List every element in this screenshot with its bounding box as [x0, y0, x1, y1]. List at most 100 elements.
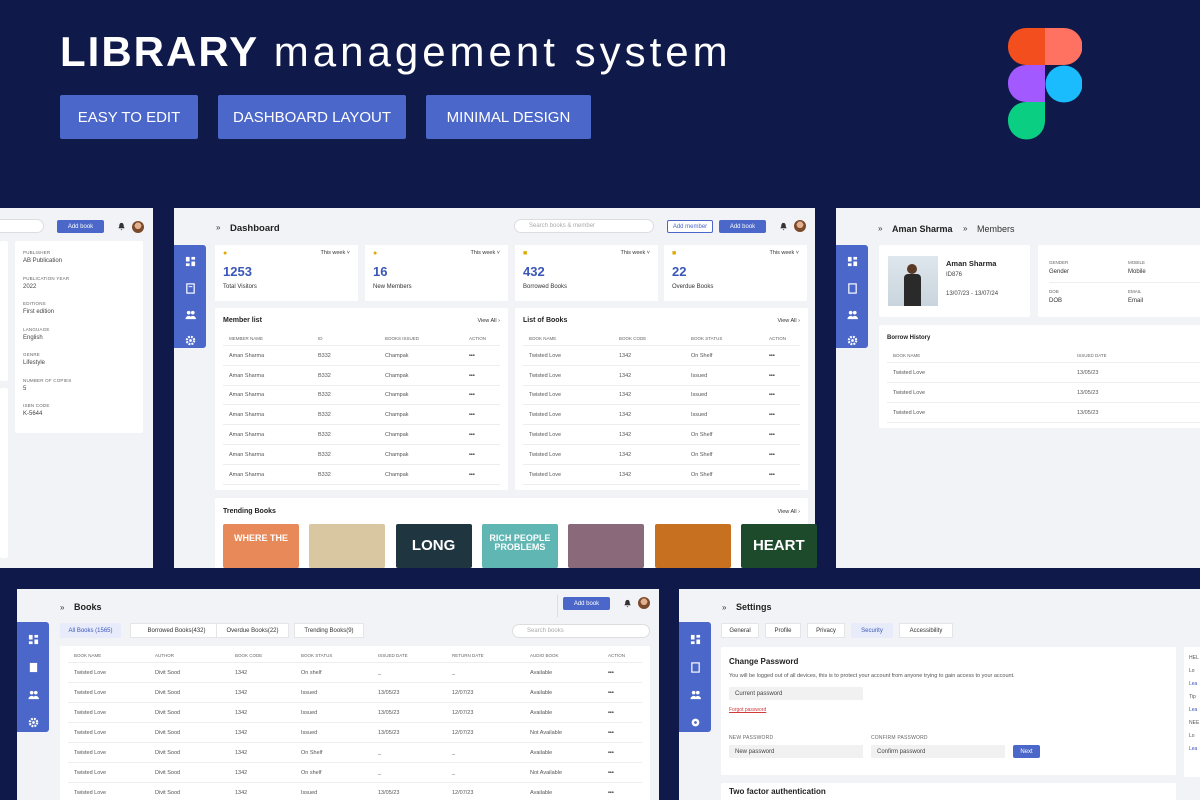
member-row[interactable]: Aman Sharma B332 Champak •••: [223, 445, 500, 465]
book-row[interactable]: Twisted Love 1342 Issued •••: [523, 386, 800, 406]
search-input[interactable]: [0, 219, 44, 233]
tab-all-books[interactable]: All Books (1565): [60, 623, 121, 638]
book-cover[interactable]: [654, 524, 731, 568]
book-row[interactable]: Twisted Love 1342 Issued •••: [523, 366, 800, 386]
tab-general[interactable]: General: [721, 623, 759, 638]
more-options-icon[interactable]: •••: [608, 670, 614, 676]
avatar[interactable]: [794, 220, 806, 232]
more-options-icon[interactable]: •••: [769, 353, 775, 359]
view-all-link[interactable]: View All ›: [477, 318, 500, 324]
member-row[interactable]: Aman Sharma B332 Champak •••: [223, 425, 500, 445]
books-icon[interactable]: [27, 661, 39, 673]
book-cover[interactable]: [568, 524, 645, 568]
settings-gear-icon[interactable]: [27, 716, 39, 728]
tab-security[interactable]: Security: [851, 623, 893, 638]
member-row[interactable]: Aman Sharma B332 Champak •••: [223, 386, 500, 406]
books-icon[interactable]: [184, 282, 196, 294]
borrow-row[interactable]: Twisted Love 13/05/23: [887, 363, 1200, 383]
book-cover[interactable]: RICH PEOPLE PROBLEMS: [481, 524, 558, 568]
dashboard-icon[interactable]: [27, 633, 39, 645]
dashboard-icon[interactable]: [184, 255, 196, 267]
view-all-link[interactable]: View All ›: [777, 509, 800, 515]
book-row[interactable]: Twisted Love 1342 On Shelf •••: [523, 425, 800, 445]
borrow-row[interactable]: Twisted Love 13/05/23: [887, 383, 1200, 403]
more-options-icon[interactable]: •••: [469, 472, 475, 478]
book-row[interactable]: Twisted Love Divit Sood 1342 Issued 13/05/23…: [68, 783, 642, 800]
members-icon[interactable]: [846, 308, 858, 320]
more-options-icon[interactable]: •••: [608, 730, 614, 736]
period-dropdown[interactable]: This week ˅: [320, 250, 350, 256]
period-dropdown[interactable]: This week ˅: [620, 250, 650, 256]
bell-icon[interactable]: [117, 222, 126, 231]
tab-overdue-books[interactable]: Overdue Books(22): [216, 623, 289, 638]
dashboard-icon[interactable]: [846, 255, 858, 267]
more-options-icon[interactable]: •••: [469, 353, 475, 359]
tab-accessibility[interactable]: Accessibility: [899, 623, 953, 638]
more-options-icon[interactable]: •••: [769, 432, 775, 438]
more-options-icon[interactable]: •••: [769, 392, 775, 398]
more-options-icon[interactable]: •••: [769, 472, 775, 478]
more-options-icon[interactable]: •••: [769, 452, 775, 458]
book-row[interactable]: Twisted Love 1342 On Shelf •••: [523, 445, 800, 465]
settings-gear-icon[interactable]: [846, 334, 858, 346]
next-button[interactable]: Next: [1013, 745, 1040, 758]
book-cover[interactable]: WHERE THE: [223, 524, 299, 568]
more-options-icon[interactable]: •••: [608, 690, 614, 696]
member-row[interactable]: Aman Sharma B332 Champak •••: [223, 405, 500, 426]
member-row[interactable]: Aman Sharma B332 Champak •••: [223, 346, 500, 366]
members-icon[interactable]: [689, 688, 701, 700]
members-icon[interactable]: [184, 308, 196, 320]
search-input[interactable]: Search books: [512, 624, 650, 638]
borrow-row[interactable]: Twisted Love 13/05/23: [887, 403, 1200, 423]
settings-gear-icon[interactable]: [184, 334, 196, 346]
view-all-link[interactable]: View All ›: [777, 318, 800, 324]
dashboard-icon[interactable]: [689, 633, 701, 645]
settings-gear-icon[interactable]: [689, 716, 701, 728]
book-row[interactable]: Twisted Love Divit Sood 1342 On shelf _ _ Avai…: [68, 663, 642, 683]
book-row[interactable]: Twisted Love 1342 On Shelf •••: [523, 346, 800, 366]
book-row[interactable]: Twisted Love 1342 On Shelf •••: [523, 465, 800, 485]
breadcrumb-members[interactable]: Members: [977, 224, 1015, 234]
book-row[interactable]: Twisted Love Divit Sood 1342 Issued 13/05/23…: [68, 683, 642, 703]
add-book-button[interactable]: Add book: [57, 220, 104, 233]
bell-icon[interactable]: [623, 599, 632, 608]
period-dropdown[interactable]: This week ˅: [470, 250, 500, 256]
more-options-icon[interactable]: •••: [469, 452, 475, 458]
more-options-icon[interactable]: •••: [469, 392, 475, 398]
breadcrumb-member[interactable]: Aman Sharma: [892, 224, 953, 234]
add-member-button[interactable]: Add member: [667, 220, 713, 233]
books-icon[interactable]: [846, 282, 858, 294]
tab-profile[interactable]: Profile: [765, 623, 801, 638]
add-book-button[interactable]: Add book: [563, 597, 610, 610]
member-row[interactable]: Aman Sharma B332 Champak •••: [223, 465, 500, 485]
bell-icon[interactable]: [779, 222, 788, 231]
more-options-icon[interactable]: •••: [608, 790, 614, 796]
more-options-icon[interactable]: •••: [769, 412, 775, 418]
members-icon[interactable]: [27, 688, 39, 700]
tab-borrowed-books[interactable]: Borrowed Books(432): [130, 623, 223, 638]
avatar[interactable]: [638, 597, 650, 609]
book-row[interactable]: Twisted Love 1342 Issued •••: [523, 405, 800, 426]
member-row[interactable]: Aman Sharma B332 Champak •••: [223, 366, 500, 386]
books-icon[interactable]: [689, 661, 701, 673]
new-password-field[interactable]: New password: [729, 745, 863, 758]
book-cover[interactable]: HEART: [740, 524, 817, 568]
search-input[interactable]: Search books & member: [514, 219, 654, 233]
avatar[interactable]: [132, 221, 144, 233]
tab-privacy[interactable]: Privacy: [807, 623, 845, 638]
period-dropdown[interactable]: This week ˅: [769, 250, 799, 256]
current-password-field[interactable]: Current password: [729, 687, 863, 700]
more-options-icon[interactable]: •••: [608, 750, 614, 756]
more-options-icon[interactable]: •••: [608, 710, 614, 716]
tab-trending-books[interactable]: Trending Books(9): [294, 623, 364, 638]
more-options-icon[interactable]: •••: [469, 412, 475, 418]
book-cover[interactable]: LONG: [395, 524, 472, 568]
more-options-icon[interactable]: •••: [608, 770, 614, 776]
forgot-password-link[interactable]: Forgot password: [729, 707, 766, 713]
more-options-icon[interactable]: •••: [469, 432, 475, 438]
book-row[interactable]: Twisted Love Divit Sood 1342 Issued 13/05/23…: [68, 723, 642, 743]
more-options-icon[interactable]: •••: [469, 373, 475, 379]
book-row[interactable]: Twisted Love Divit Sood 1342 On shelf _ _ Not …: [68, 763, 642, 783]
book-row[interactable]: Twisted Love Divit Sood 1342 On Shelf _ _ Avai…: [68, 743, 642, 763]
confirm-password-field[interactable]: Confirm password: [871, 745, 1005, 758]
